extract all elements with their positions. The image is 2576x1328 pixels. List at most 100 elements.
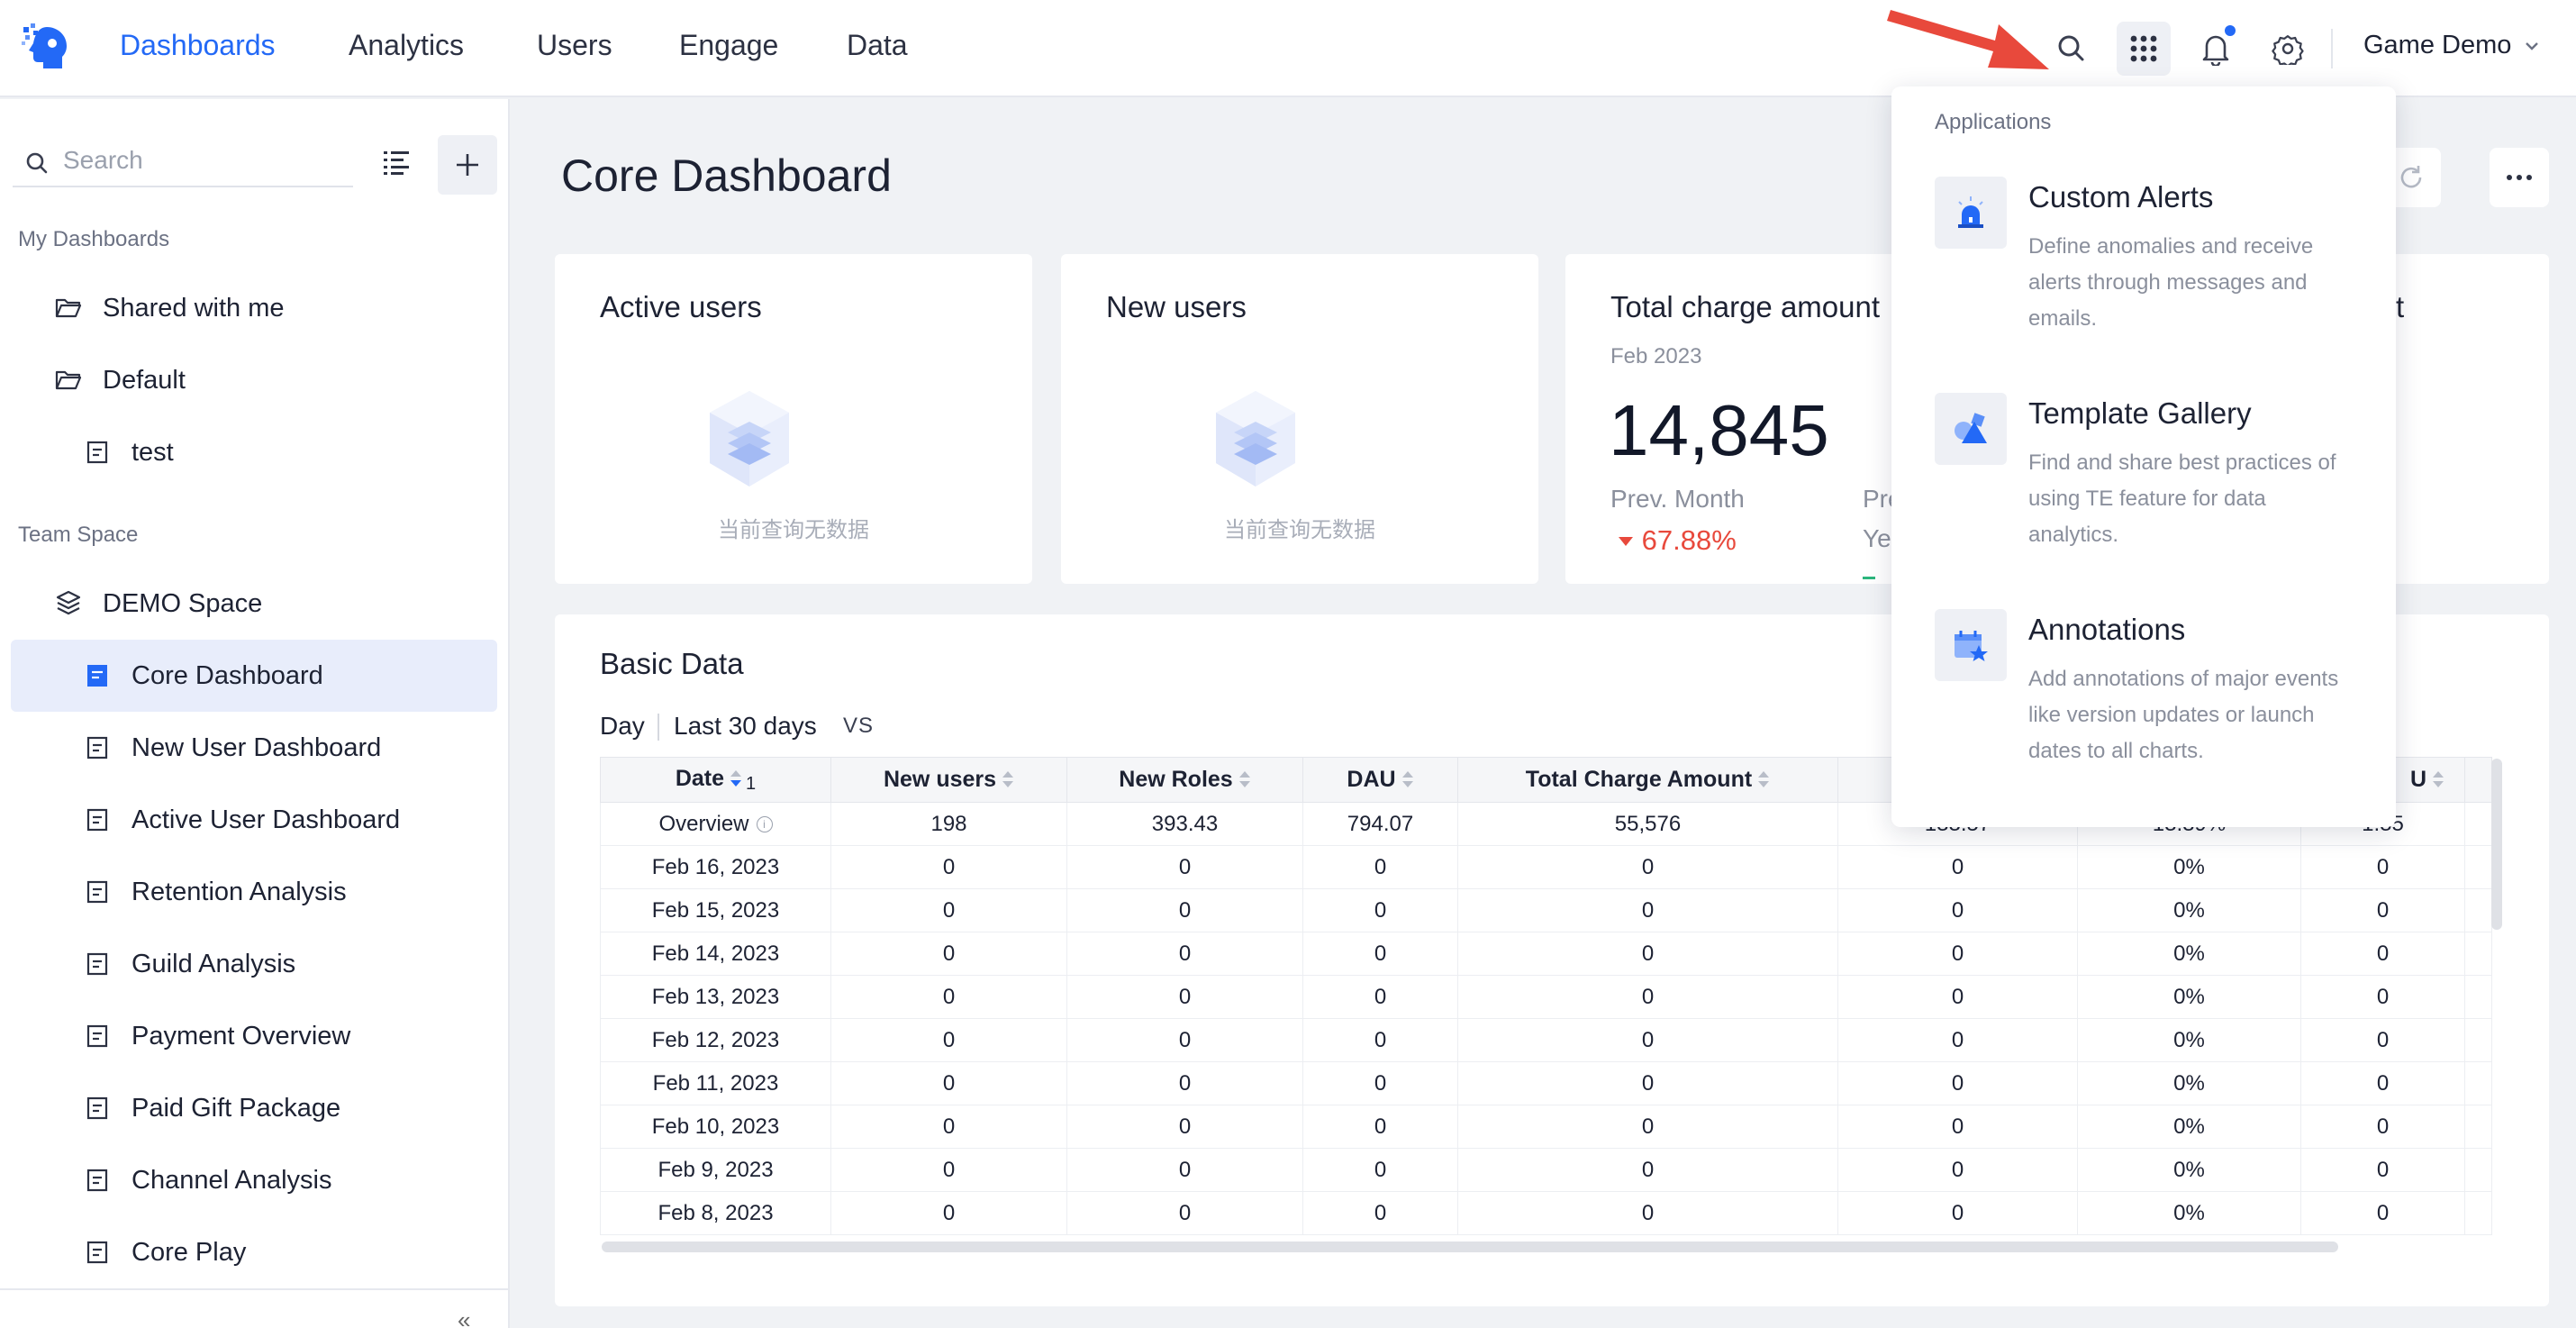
table-cell: 0 xyxy=(830,1061,1067,1105)
folder-icon xyxy=(54,294,83,323)
sidebar-item-new-user-dashboard[interactable]: New User Dashboard xyxy=(11,712,497,784)
dashboard-icon xyxy=(83,1094,112,1123)
red-annotation-arrow xyxy=(1887,10,2049,69)
sidebar-item-label: Core Dashboard xyxy=(132,660,323,690)
table-cell: 0 xyxy=(1837,1018,2078,1062)
positive-indicator xyxy=(1863,577,1875,579)
sidebar-item-test[interactable]: test xyxy=(11,416,497,488)
table-cell: 0 xyxy=(1066,1018,1303,1062)
sidebar-item-guild-analysis[interactable]: Guild Analysis xyxy=(11,928,497,1000)
table-cell: 0 xyxy=(830,1105,1067,1149)
nav-tab-users[interactable]: Users xyxy=(537,29,612,62)
column-header-dau[interactable]: DAU xyxy=(1302,757,1458,803)
table-cell: Feb 15, 2023 xyxy=(600,888,831,932)
chevron-down-icon[interactable] xyxy=(2522,36,2542,56)
sidebar-divider xyxy=(0,1288,510,1290)
table-cell: 794.07 xyxy=(1302,802,1458,846)
table-cell: 0% xyxy=(2077,932,2301,976)
app-template-gallery[interactable]: Template Gallery Find and share best pra… xyxy=(1935,393,2367,582)
granularity-selector[interactable]: Day xyxy=(600,712,645,741)
table-cell: Feb 14, 2023 xyxy=(600,932,831,976)
search-button[interactable] xyxy=(2045,22,2099,76)
table-cell: 0 xyxy=(830,932,1067,976)
table-cell: 0% xyxy=(2077,1061,2301,1105)
table-cell: 0% xyxy=(2077,1105,2301,1149)
sidebar-item-retention-analysis[interactable]: Retention Analysis xyxy=(11,856,497,928)
prev-month-change: 67.88% xyxy=(1618,524,1737,557)
column-header-new-users[interactable]: New users xyxy=(830,757,1067,803)
date-range-selector[interactable]: Last 30 days xyxy=(674,712,817,741)
app-name: Template Gallery xyxy=(2028,396,2252,430)
app-custom-alerts[interactable]: Custom Alerts Define anomalies and recei… xyxy=(1935,177,2367,366)
brand-logo-icon[interactable] xyxy=(22,22,74,74)
nav-tab-analytics[interactable]: Analytics xyxy=(349,29,464,62)
sort-icon[interactable] xyxy=(1002,770,1014,790)
compare-toggle[interactable]: VS xyxy=(843,714,874,739)
list-view-button[interactable] xyxy=(373,139,420,186)
table-cell: 198 xyxy=(830,802,1067,846)
table-row: Feb 12, 2023 0 0 0 0 0 0% 0 xyxy=(600,1018,2492,1062)
table-cell: 0 xyxy=(830,975,1067,1019)
nav-tab-dashboards[interactable]: Dashboards xyxy=(120,29,276,62)
dashboard-icon xyxy=(83,950,112,978)
sidebar-item-core-play[interactable]: Core Play xyxy=(11,1216,497,1288)
app-name: Custom Alerts xyxy=(2028,180,2214,214)
column-header-total-charge-amount[interactable]: Total Charge Amount xyxy=(1457,757,1838,803)
sidebar-item-payment-overview[interactable]: Payment Overview xyxy=(11,1000,497,1072)
sort-icon[interactable] xyxy=(2432,770,2444,790)
table-cell: 0 xyxy=(1837,845,2078,889)
panel-title: Basic Data xyxy=(600,647,744,680)
search-icon xyxy=(2058,35,2084,61)
table-cell: 0 xyxy=(1837,1191,2078,1235)
top-bar: Dashboards Analytics Users Engage Data G… xyxy=(0,0,2576,97)
table-cell: 0 xyxy=(1302,975,1458,1019)
sort-icon[interactable] xyxy=(1238,770,1251,790)
sidebar-item-paid-gift-package[interactable]: Paid Gift Package xyxy=(11,1072,497,1144)
dashboard-icon xyxy=(83,1166,112,1195)
add-dashboard-button[interactable] xyxy=(438,135,497,195)
sidebar-search-input[interactable] xyxy=(63,142,333,178)
more-options-button[interactable] xyxy=(2490,148,2549,207)
table-cell: 0 xyxy=(1302,932,1458,976)
table-cell: 0 xyxy=(2300,1018,2465,1062)
sidebar-item-active-user-dashboard[interactable]: Active User Dashboard xyxy=(11,784,497,856)
horizontal-scrollbar[interactable] xyxy=(602,1242,2338,1252)
table-row: Feb 16, 2023 0 0 0 0 0 0% 0 xyxy=(600,845,2492,889)
sort-icon[interactable] xyxy=(1401,770,1414,790)
apps-grid-icon xyxy=(2130,35,2157,62)
column-header-date[interactable]: Date 1 xyxy=(600,757,831,803)
sidebar-item-label: Shared with me xyxy=(103,293,285,323)
collapse-sidebar-button[interactable]: « xyxy=(458,1306,470,1328)
table-cell: Feb 10, 2023 xyxy=(600,1105,831,1149)
table-cell: 0 xyxy=(1457,845,1838,889)
table-cell: 0% xyxy=(2077,845,2301,889)
project-switcher[interactable]: Game Demo xyxy=(2363,31,2511,60)
table-cell: 0 xyxy=(1302,1105,1458,1149)
dashboard-icon xyxy=(83,1238,112,1267)
sidebar-item-channel-analysis[interactable]: Channel Analysis xyxy=(11,1144,497,1216)
nav-tab-engage[interactable]: Engage xyxy=(679,29,778,62)
column-header-new-roles[interactable]: New Roles xyxy=(1066,757,1303,803)
card-metric-value: 14,845 xyxy=(1609,390,1829,470)
sort-icon[interactable] xyxy=(730,769,742,789)
sidebar-item-default[interactable]: Default xyxy=(11,344,497,416)
card-title: Active users xyxy=(600,290,762,323)
table-cell: 393.43 xyxy=(1066,802,1303,846)
table-cell: 0 xyxy=(1302,1191,1458,1235)
table-cell: 0% xyxy=(2077,1018,2301,1062)
sort-icon[interactable] xyxy=(1757,770,1770,790)
table-row: Feb 9, 2023 0 0 0 0 0 0% 0 xyxy=(600,1148,2492,1192)
vertical-scrollbar[interactable] xyxy=(2491,759,2502,930)
info-icon[interactable]: i xyxy=(756,816,773,833)
table-cell: 0 xyxy=(830,1018,1067,1062)
settings-button[interactable] xyxy=(2261,22,2315,76)
sidebar-item-demo-space[interactable]: DEMO Space xyxy=(11,568,497,640)
table-cell: Feb 9, 2023 xyxy=(600,1148,831,1192)
template-shapes-icon xyxy=(1935,393,2007,465)
apps-grid-button[interactable] xyxy=(2117,22,2171,76)
table-cell: 0 xyxy=(1457,1061,1838,1105)
nav-tab-data[interactable]: Data xyxy=(847,29,908,62)
sidebar-item-shared-with-me[interactable]: Shared with me xyxy=(11,272,497,344)
app-annotations[interactable]: Annotations Add annotations of major eve… xyxy=(1935,609,2367,798)
sidebar-item-core-dashboard[interactable]: Core Dashboard xyxy=(11,640,497,712)
